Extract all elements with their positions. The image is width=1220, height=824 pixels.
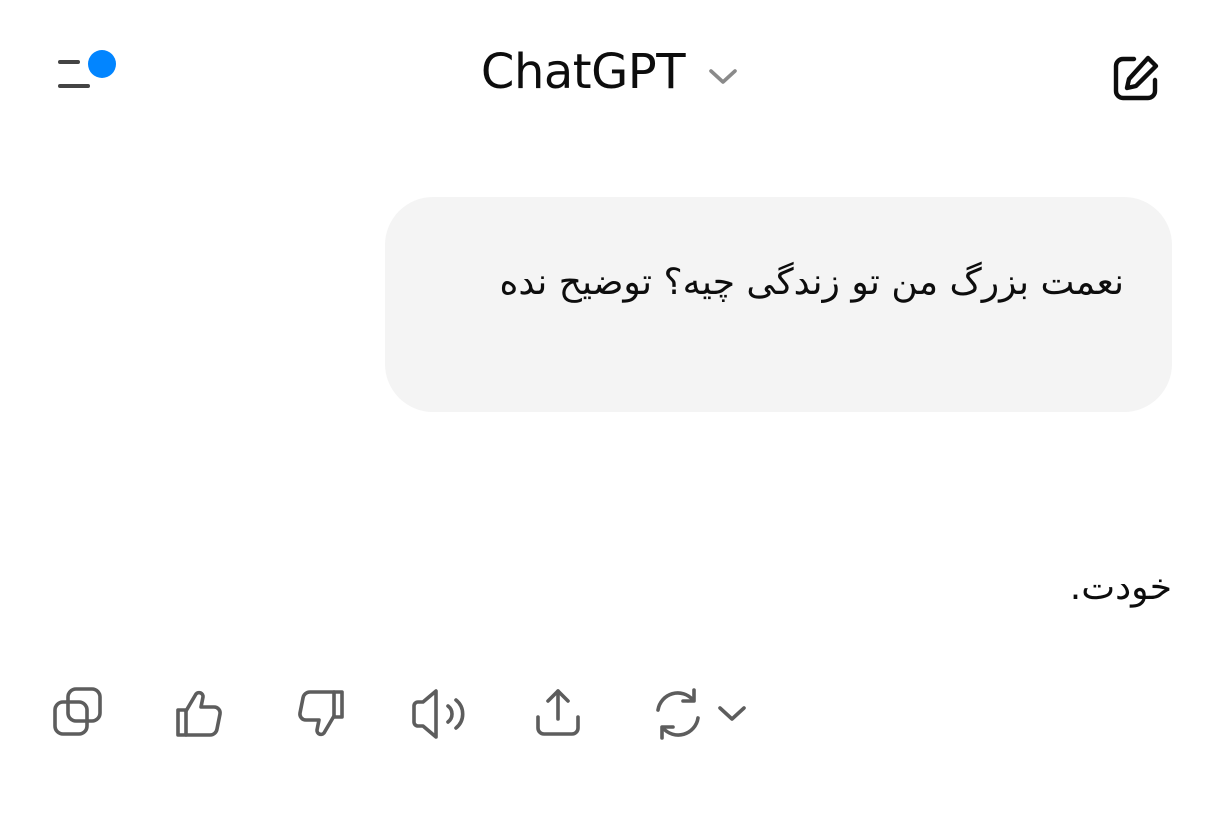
- user-message-bubble: نعمت بزرگ من تو زندگی چیه؟ توضیح نده: [385, 197, 1172, 412]
- thumbs-down-button[interactable]: [290, 684, 350, 744]
- thumbs-up-button[interactable]: [170, 684, 230, 744]
- copy-icon: [53, 687, 102, 736]
- new-chat-button[interactable]: [1108, 50, 1164, 106]
- assistant-message-text: خودت.: [1069, 567, 1172, 608]
- model-selector[interactable]: ChatGPT: [0, 44, 1220, 100]
- user-message-text: نعمت بزرگ من تو زندگی چیه؟ توضیح نده: [499, 262, 1124, 303]
- share-icon: [536, 689, 580, 736]
- header: ChatGPT: [0, 0, 1220, 150]
- chat-app: ChatGPT نعمت بزرگ من تو زندگی چیه؟ توضیح…: [0, 0, 1220, 824]
- chevron-down-icon: [709, 69, 737, 84]
- page-title: ChatGPT: [480, 44, 686, 100]
- copy-button[interactable]: [48, 684, 108, 744]
- thumbs-up-icon: [176, 690, 222, 737]
- edit-icon: [1113, 55, 1159, 101]
- thumbs-down-icon: [298, 690, 344, 737]
- share-button[interactable]: [530, 684, 590, 744]
- read-aloud-button[interactable]: [408, 684, 468, 744]
- regenerate-button[interactable]: [650, 684, 760, 744]
- speaker-icon: [412, 689, 465, 739]
- regenerate-icon: [656, 688, 746, 740]
